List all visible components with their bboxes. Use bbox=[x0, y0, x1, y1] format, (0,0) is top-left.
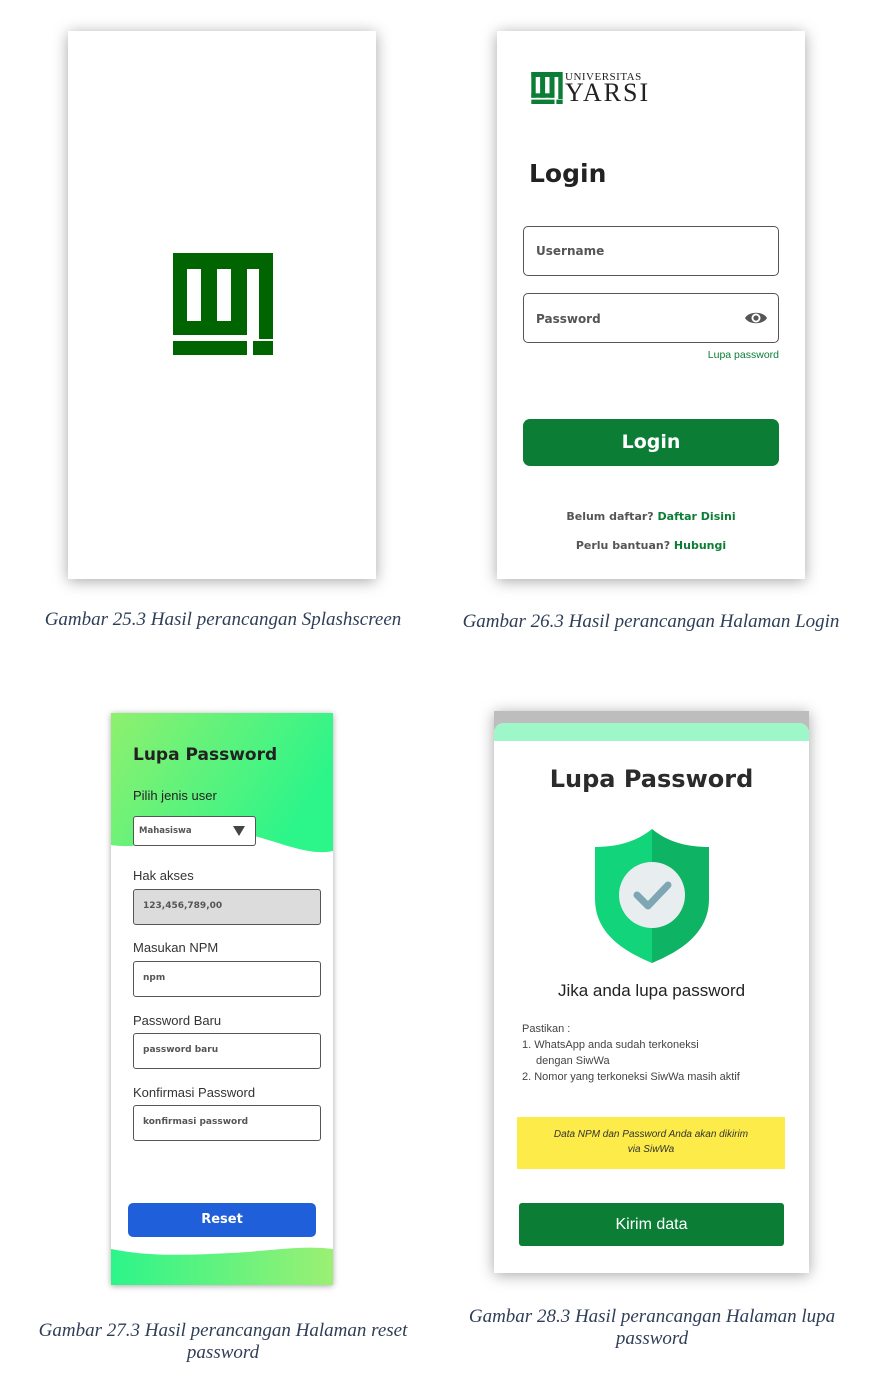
page-title: Login bbox=[529, 159, 607, 188]
send-data-button[interactable]: Kirim data bbox=[519, 1203, 784, 1246]
checklist-item-2: 2. Nomor yang terkoneksi SiwWa masih akt… bbox=[522, 1071, 740, 1083]
top-band bbox=[494, 723, 809, 741]
help-link[interactable]: Hubungi bbox=[674, 539, 726, 552]
caption-reset-line2: password bbox=[186, 1342, 260, 1363]
password-field[interactable]: Password bbox=[523, 293, 779, 343]
register-prompt: Belum daftar? bbox=[566, 510, 654, 523]
login-screen: UNIVERSITAS YARSI Login Username Passwor… bbox=[497, 31, 805, 579]
reset-button[interactable]: Reset bbox=[128, 1203, 316, 1237]
forgot-subtitle: Jika anda lupa password bbox=[557, 981, 746, 1000]
confirm-password-label: Konfirmasi Password bbox=[133, 1085, 256, 1100]
register-link[interactable]: Daftar Disini bbox=[658, 510, 736, 523]
login-button[interactable]: Login bbox=[523, 419, 779, 466]
checklist-item-1-cont: dengan SiwWa bbox=[536, 1055, 610, 1067]
username-label: Username bbox=[536, 244, 605, 258]
caption-reset: Gambar 27.3 Hasil perancangan Halaman re… bbox=[20, 1320, 426, 1364]
npm-input[interactable]: npm bbox=[133, 961, 321, 997]
checklist-item-1: 1. WhatsApp anda sudah terkoneksi bbox=[522, 1039, 699, 1051]
caption-forgot: Gambar 28.3 Hasil perancangan Halaman lu… bbox=[450, 1306, 854, 1350]
help-line: Perlu bantuan? Hubungi bbox=[497, 539, 805, 552]
caption-forgot-line2: password bbox=[615, 1328, 689, 1349]
brand-yarsi: YARSI bbox=[565, 78, 651, 107]
splash-screen bbox=[68, 31, 376, 579]
notice-line-1: Data NPM dan Password Anda akan dikirim bbox=[553, 1129, 749, 1140]
help-prompt: Perlu bantuan? bbox=[575, 539, 671, 552]
user-type-select[interactable]: Mahasiswa bbox=[133, 816, 256, 846]
shield-check-icon bbox=[595, 829, 709, 963]
caption-login: Gambar 26.3 Hasil perancangan Halaman Lo… bbox=[462, 611, 840, 632]
caption-reset-line1: Gambar 27.3 Hasil perancangan Halaman re… bbox=[38, 1320, 408, 1341]
username-field[interactable]: Username bbox=[523, 226, 779, 276]
confirm-password-placeholder: konfirmasi password bbox=[143, 1117, 249, 1127]
notice-line-2: via SiwWa bbox=[627, 1144, 675, 1155]
password-label: Password bbox=[536, 312, 601, 326]
access-label: Hak akses bbox=[133, 868, 194, 883]
notice-box: Data NPM dan Password Anda akan dikirim … bbox=[517, 1117, 785, 1169]
register-line: Belum daftar? Daftar Disini bbox=[497, 510, 805, 523]
yarsi-logo-icon bbox=[531, 72, 563, 104]
footer-wave bbox=[111, 1247, 333, 1285]
page-title: Lupa Password bbox=[549, 765, 754, 793]
user-type-label: Pilih jenis user bbox=[133, 788, 217, 803]
reset-screen: Lupa Password Pilih jenis user Mahasiswa… bbox=[111, 713, 333, 1285]
forgot-password-link[interactable]: Lupa password bbox=[708, 349, 779, 361]
new-password-label: Password Baru bbox=[133, 1013, 222, 1028]
checklist-intro: Pastikan : bbox=[522, 1023, 571, 1035]
new-password-placeholder: password baru bbox=[143, 1045, 219, 1055]
forgot-card: Lupa Password Jika anda lupa password Pa… bbox=[494, 723, 809, 1273]
new-password-input[interactable]: password baru bbox=[133, 1033, 321, 1069]
forgot-screen: Lupa Password Jika anda lupa password Pa… bbox=[494, 711, 809, 1273]
chevron-down-icon bbox=[233, 826, 245, 836]
npm-placeholder: npm bbox=[143, 973, 166, 983]
user-type-value: Mahasiswa bbox=[139, 826, 192, 836]
eye-icon[interactable] bbox=[744, 309, 768, 327]
access-field: 123,456,789,00 bbox=[133, 889, 321, 925]
page-title: Lupa Password bbox=[133, 745, 278, 765]
yarsi-logo-icon bbox=[173, 253, 273, 355]
confirm-password-input[interactable]: konfirmasi password bbox=[133, 1105, 321, 1141]
access-value: 123,456,789,00 bbox=[143, 901, 223, 911]
caption-splash: Gambar 25.3 Hasil perancangan Splashscre… bbox=[44, 609, 402, 630]
npm-label: Masukan NPM bbox=[133, 940, 219, 955]
caption-forgot-line1: Gambar 28.3 Hasil perancangan Halaman lu… bbox=[468, 1306, 836, 1327]
